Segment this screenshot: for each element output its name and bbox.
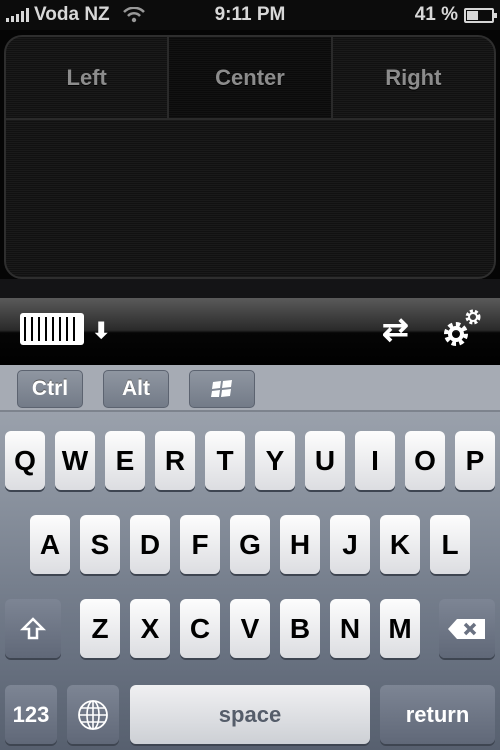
numbers-key[interactable]: 123 [5, 685, 57, 744]
gear-icon[interactable] [440, 306, 484, 350]
shift-key[interactable] [5, 599, 61, 658]
key-m[interactable]: M [380, 599, 420, 658]
return-key[interactable]: return [380, 685, 495, 744]
key-s[interactable]: S [80, 515, 120, 574]
key-j[interactable]: J [330, 515, 370, 574]
battery-charging-icon [464, 7, 497, 23]
key-t[interactable]: T [205, 431, 245, 490]
key-b[interactable]: B [280, 599, 320, 658]
key-v[interactable]: V [230, 599, 270, 658]
trackpad-area: Left Center Right [0, 30, 500, 298]
ctrl-key[interactable]: Ctrl [17, 370, 83, 408]
shift-icon [20, 616, 46, 639]
right-click-button[interactable]: Right [333, 37, 494, 118]
backspace-key[interactable] [439, 599, 495, 658]
key-z[interactable]: Z [80, 599, 120, 658]
key-y[interactable]: Y [255, 431, 295, 490]
trackpad[interactable]: Left Center Right [4, 35, 496, 279]
key-x[interactable]: X [130, 599, 170, 658]
key-u[interactable]: U [305, 431, 345, 490]
key-p[interactable]: P [455, 431, 495, 490]
status-bar: Voda NZ 9:11 PM 41 % [0, 0, 500, 30]
key-r[interactable]: R [155, 431, 195, 490]
toolbar: ⬇ ⇄ [0, 298, 500, 365]
key-e[interactable]: E [105, 431, 145, 490]
on-screen-keyboard: Ctrl Alt Q W E R T Y U I O P A S D F G H J K L Z X C V B N M 123 sp… [0, 365, 500, 750]
globe-icon [78, 699, 108, 730]
key-o[interactable]: O [405, 431, 445, 490]
space-key[interactable]: space [130, 685, 370, 744]
key-q[interactable]: Q [5, 431, 45, 490]
swap-icon[interactable]: ⇄ [382, 310, 409, 348]
key-d[interactable]: D [130, 515, 170, 574]
backspace-icon [448, 618, 485, 639]
left-click-button[interactable]: Left [6, 37, 167, 118]
key-f[interactable]: F [180, 515, 220, 574]
key-a[interactable]: A [30, 515, 70, 574]
key-c[interactable]: C [180, 599, 220, 658]
key-h[interactable]: H [280, 515, 320, 574]
battery-percent: 41 % [414, 4, 458, 25]
key-i[interactable]: I [355, 431, 395, 490]
key-g[interactable]: G [230, 515, 270, 574]
middle-click-button[interactable]: Center [167, 37, 333, 118]
globe-key[interactable] [67, 685, 119, 744]
keyboard-hide-icon[interactable] [20, 313, 84, 345]
key-l[interactable]: L [430, 515, 470, 574]
scroll-strip[interactable] [0, 279, 500, 298]
key-w[interactable]: W [55, 431, 95, 490]
down-arrow-icon[interactable]: ⬇ [92, 318, 110, 344]
key-k[interactable]: K [380, 515, 420, 574]
alt-key[interactable]: Alt [103, 370, 169, 408]
windows-logo-icon [211, 380, 232, 397]
modifier-bar: Ctrl Alt [0, 365, 500, 412]
touch-surface[interactable] [6, 120, 494, 277]
key-n[interactable]: N [330, 599, 370, 658]
windows-key[interactable] [189, 370, 255, 408]
